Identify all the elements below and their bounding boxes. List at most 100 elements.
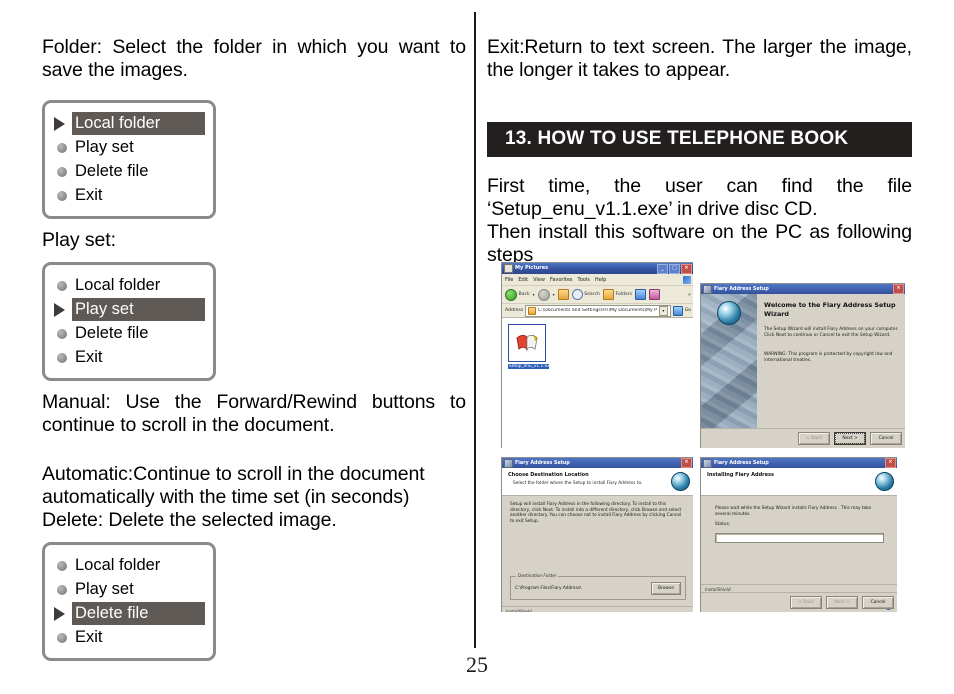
menu-item-label: Play set	[75, 300, 134, 318]
menu-item-play-set[interactable]: Play set	[45, 578, 213, 601]
search-button[interactable]: Search	[571, 289, 600, 300]
menu-view[interactable]: View	[533, 277, 545, 283]
installing-body-text: Please wait while the Setup Wizard insta…	[715, 506, 872, 517]
menu-item-label: Local folder	[75, 114, 161, 132]
screenshot-row-1: My Pictures _ □ × File Edit View Favorit…	[501, 262, 911, 448]
exit-description: Exit:Return to text screen. The larger t…	[487, 36, 912, 81]
folders-icon	[602, 289, 614, 300]
menu-item-delete-file[interactable]: Delete file	[45, 322, 213, 345]
installing-titlebar: Fiary Address Setup ×	[701, 458, 897, 468]
header-text: Choose Destination Location Select the f…	[508, 472, 667, 486]
toolbar-overflow-icon[interactable]: »	[688, 292, 691, 298]
menu-file[interactable]: File	[505, 277, 513, 283]
menu-item-local-folder[interactable]: Local folder	[45, 274, 213, 297]
explorer-window[interactable]: My Pictures _ □ × File Edit View Favorit…	[501, 262, 693, 448]
bullet-icon	[52, 560, 72, 571]
address-value: C:\Documents and Settings\HT\My Document…	[537, 308, 657, 313]
menu-item-label: Play set	[75, 580, 134, 598]
explorer-addressbar[interactable]: Address C:\Documents and Settings\HT\My …	[502, 304, 693, 318]
back-dropdown-icon[interactable]: ▾	[533, 292, 535, 297]
delete-description: Delete: Delete the selected image.	[42, 509, 337, 531]
menu-item-delete-file[interactable]: Delete file	[45, 602, 205, 625]
bullet-icon	[52, 280, 72, 291]
welcome-wizard-window[interactable]: Fiary Address Setup × Welcome to the Fia…	[700, 283, 905, 448]
folder-menu[interactable]: Local folder Play set Delete file Exit	[42, 100, 216, 219]
window-controls[interactable]: _ □ ×	[657, 263, 692, 274]
close-icon[interactable]: ×	[893, 284, 904, 294]
menu-help[interactable]: Help	[595, 277, 606, 283]
play-set-menu[interactable]: Local folder Play set Delete file Exit	[42, 262, 216, 381]
forward-dropdown-icon[interactable]: ▾	[553, 292, 555, 297]
destination-folder-group: Destination Folder C:\Program Files\Fiar…	[510, 573, 686, 601]
next-button[interactable]: Next >	[834, 432, 866, 445]
play-set-caption: Play set:	[42, 229, 116, 251]
delete-file-menu[interactable]: Local folder Play set Delete file Exit	[42, 542, 216, 661]
installing-header: Installing Fiary Address	[701, 468, 897, 496]
globe-logo-icon	[671, 472, 690, 491]
destination-path: C:\Program Files\Fiary Address\	[515, 586, 582, 592]
menu-item-play-set[interactable]: Play set	[45, 136, 213, 159]
chevron-down-icon[interactable]: ▾	[658, 305, 669, 316]
up-folder-icon[interactable]	[557, 289, 569, 300]
address-label: Address	[505, 308, 524, 313]
file-item-setup[interactable]: Setup_enu_v1.1.exe	[508, 324, 549, 369]
welcome-footer[interactable]: < Back Next > Cancel	[701, 428, 905, 448]
close-icon[interactable]: ×	[885, 458, 896, 468]
back-button[interactable]: Back	[505, 288, 530, 301]
destination-subheading: Select the folder where the Setup to ins…	[513, 481, 643, 486]
manual-description: Manual: Use the Forward/Rewind buttons t…	[42, 391, 466, 436]
move-to-icon[interactable]	[635, 289, 647, 300]
menu-item-label: Exit	[75, 628, 103, 646]
installshield-brand: InstallShield	[502, 606, 693, 612]
next-button[interactable]: Next >	[826, 596, 892, 610]
close-icon[interactable]: ×	[681, 263, 692, 274]
explorer-menubar[interactable]: File Edit View Favorites Tools Help	[502, 274, 693, 286]
menu-item-label: Delete file	[75, 324, 149, 342]
page-number: 25	[466, 652, 488, 677]
folders-label: Folders	[615, 292, 633, 297]
menu-item-exit[interactable]: Exit	[45, 184, 213, 207]
menu-item-exit[interactable]: Exit	[45, 626, 213, 649]
back-button[interactable]: < Back	[790, 596, 822, 609]
menu-edit[interactable]: Edit	[518, 277, 528, 283]
menu-favorites[interactable]: Favorites	[550, 277, 573, 283]
destination-window[interactable]: Fiary Address Setup × Choose Destination…	[501, 457, 693, 612]
browse-button[interactable]: Browse	[651, 582, 681, 596]
installer-icon	[703, 284, 712, 294]
menu-item-local-folder[interactable]: Local folder	[45, 554, 213, 577]
window-title: Fiary Address Setup	[714, 286, 769, 292]
search-icon	[571, 289, 583, 300]
address-input[interactable]: C:\Documents and Settings\HT\My Document…	[525, 304, 672, 317]
menu-item-label: Local folder	[75, 556, 161, 574]
folders-button[interactable]: Folders	[602, 289, 633, 300]
screenshot-row-2: Fiary Address Setup × Choose Destination…	[501, 457, 911, 612]
menu-item-delete-file[interactable]: Delete file	[45, 160, 213, 183]
back-button[interactable]: < Back	[798, 432, 830, 445]
cancel-button[interactable]: Cancel	[862, 596, 894, 609]
windows-flag-icon	[683, 275, 691, 284]
go-icon[interactable]	[673, 305, 683, 316]
views-icon[interactable]	[649, 289, 661, 300]
globe-logo-icon	[717, 301, 741, 325]
forward-arrow-icon[interactable]	[537, 288, 550, 301]
menu-item-play-set[interactable]: Play set	[45, 298, 205, 321]
menu-item-label: Local folder	[75, 276, 161, 294]
menu-item-exit[interactable]: Exit	[45, 346, 213, 369]
installing-heading: Installing Fiary Address	[707, 472, 774, 478]
minimize-icon[interactable]: _	[657, 263, 668, 274]
close-icon[interactable]: ×	[681, 458, 692, 468]
bullet-icon	[52, 632, 72, 643]
explorer-file-list[interactable]: Setup_enu_v1.1.exe	[502, 318, 693, 448]
installing-window[interactable]: Fiary Address Setup × Installing Fiary A…	[700, 457, 897, 612]
destination-body-text: Setup will install Fiary Address in the …	[510, 502, 682, 524]
group-title: Destination Folder	[516, 573, 559, 579]
maximize-icon[interactable]: □	[669, 263, 680, 274]
wizard-banner-image	[701, 294, 757, 428]
cancel-button[interactable]: Cancel	[870, 432, 902, 445]
explorer-toolbar[interactable]: Back ▾ ▾ Search Folders »	[502, 286, 693, 304]
go-label[interactable]: Go	[685, 308, 691, 313]
installing-footer[interactable]: < Back Next > Cancel	[701, 592, 897, 612]
section-heading: 13. HOW TO USE TELEPHONE BOOK	[487, 122, 912, 157]
menu-tools[interactable]: Tools	[578, 277, 590, 283]
menu-item-local-folder[interactable]: Local folder	[45, 112, 205, 135]
